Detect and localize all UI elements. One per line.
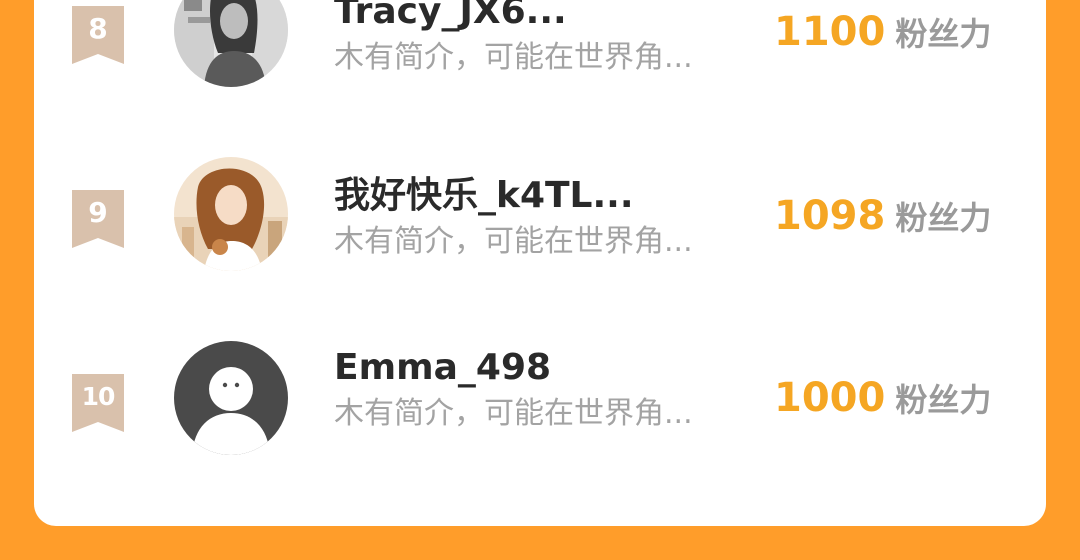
user-bio: 木有简介，可能在世界角... (334, 396, 693, 431)
fan-power-score: 1100 粉丝力 (774, 8, 1024, 64)
rank-number: 9 (88, 196, 108, 229)
user-bio: 木有简介，可能在世界角... (334, 40, 693, 75)
rank-ribbon-icon: 8 (72, 6, 124, 64)
user-avatar[interactable] (174, 0, 288, 87)
user-avatar[interactable] (174, 157, 288, 271)
leaderboard-row[interactable]: 9 我好快乐_k4TL... 木有简介，可能在世界角... 1098 粉丝力 (34, 144, 1046, 284)
rank-ribbon-icon: 9 (72, 190, 124, 248)
leaderboard-card: 8 Tracy_JX6... 木有简介，可能在世界角... 1100 粉丝力 9… (34, 0, 1046, 526)
score-value: 1098 (774, 193, 886, 239)
leaderboard-row[interactable]: 8 Tracy_JX6... 木有简介，可能在世界角... 1100 粉丝力 (34, 0, 1046, 100)
rank-ribbon-icon: 10 (72, 374, 124, 432)
score-unit-label: 粉丝力 (895, 381, 992, 419)
score-unit-label: 粉丝力 (895, 15, 992, 53)
user-name[interactable]: Emma_498 (334, 346, 754, 390)
user-name[interactable]: 我好快乐_k4TL... (334, 174, 754, 218)
score-value: 1000 (774, 375, 886, 421)
rank-number: 8 (88, 12, 108, 45)
rank-number: 10 (81, 382, 116, 411)
leaderboard-row[interactable]: 10 Emma_498 木有简介，可能在世界角... 1000 粉丝力 (34, 328, 1046, 468)
user-avatar[interactable] (174, 341, 288, 455)
user-name[interactable]: Tracy_JX6... (334, 0, 754, 34)
fan-power-score: 1098 粉丝力 (774, 192, 1024, 248)
score-value: 1100 (774, 9, 886, 55)
fan-power-score: 1000 粉丝力 (774, 374, 1024, 430)
user-bio: 木有简介，可能在世界角... (334, 224, 693, 259)
score-unit-label: 粉丝力 (895, 199, 992, 237)
